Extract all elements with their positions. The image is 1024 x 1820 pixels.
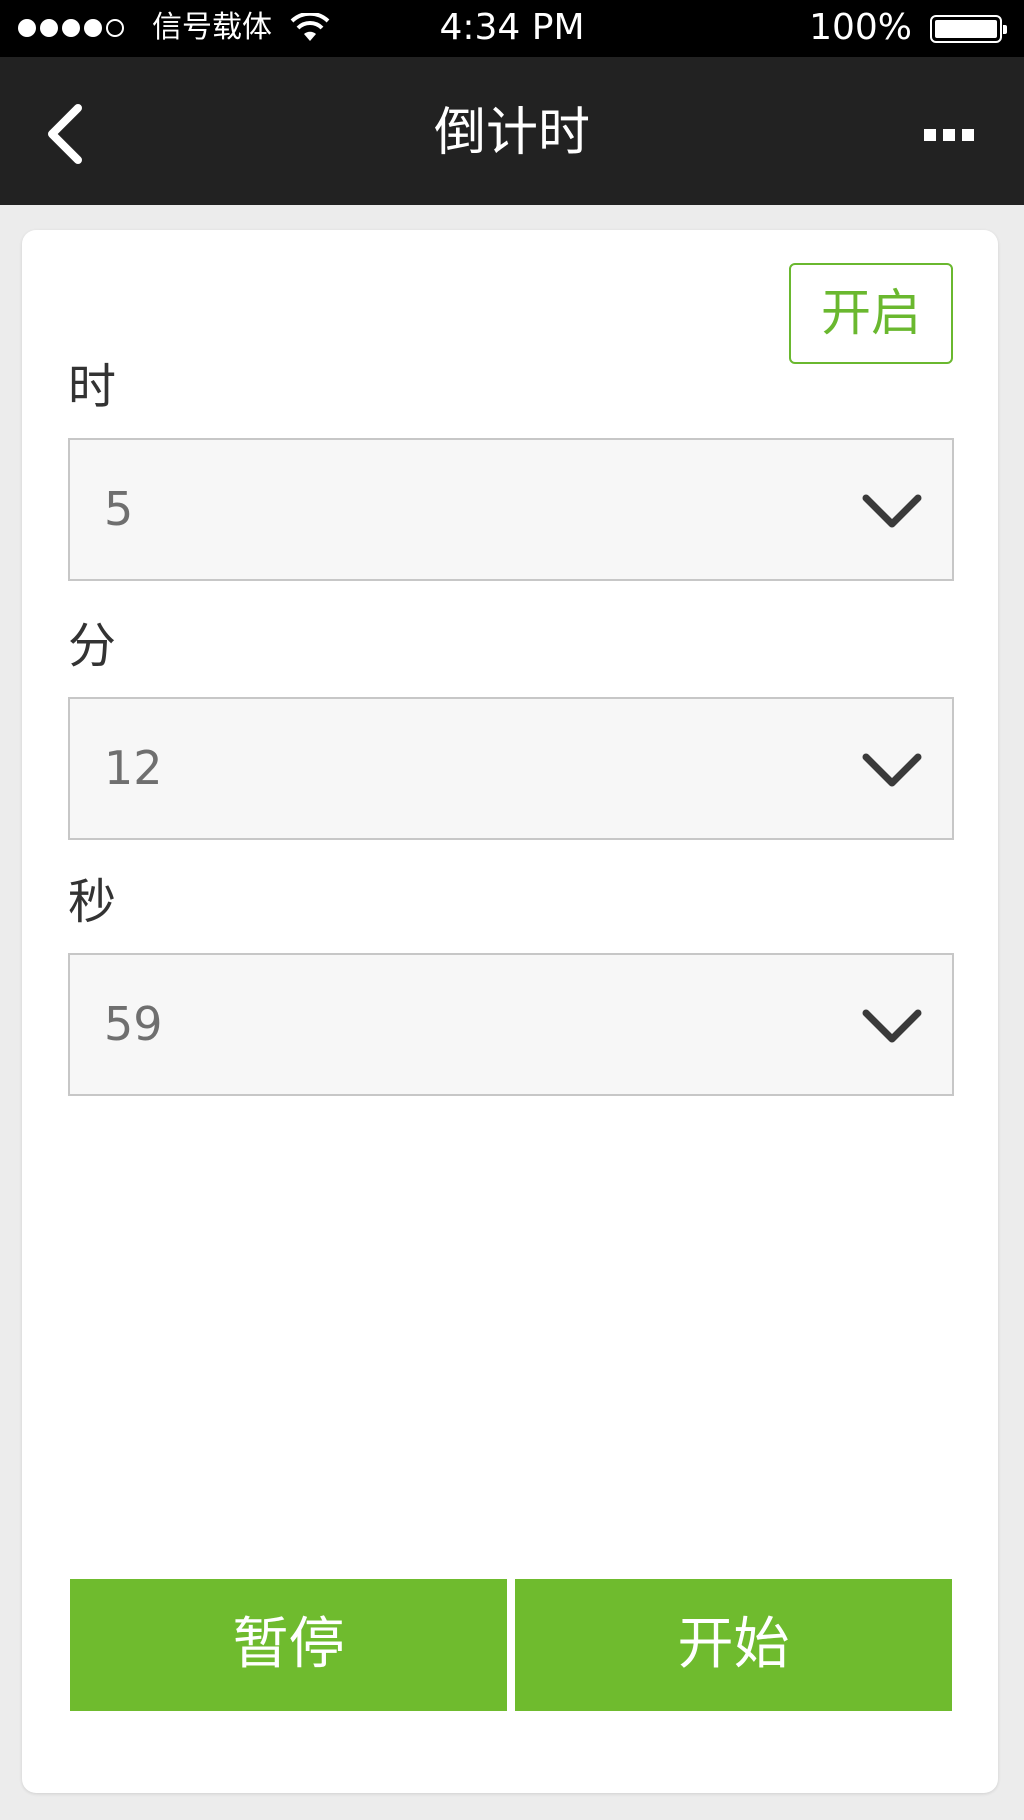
seconds-label: 秒: [68, 874, 117, 930]
chevron-down-icon: [862, 494, 922, 528]
signal-strength-icon: [18, 19, 124, 37]
battery-percentage: 100%: [809, 7, 912, 48]
minutes-label: 分: [68, 618, 117, 674]
chevron-down-icon: [862, 1009, 922, 1043]
pause-button[interactable]: 暂停: [70, 1579, 507, 1711]
back-chevron-icon[interactable]: [40, 102, 96, 166]
minutes-value: 12: [104, 741, 163, 795]
page-title: 倒计时: [433, 103, 590, 163]
hours-value: 5: [104, 482, 134, 536]
carrier-name: 信号载体: [152, 10, 272, 45]
hours-label: 时: [68, 359, 117, 415]
seconds-select[interactable]: 59: [68, 953, 954, 1096]
more-dots-icon[interactable]: [914, 119, 984, 149]
battery-icon: [930, 15, 1007, 43]
status-bar: 信号载体 4:34 PM 100%: [0, 0, 1024, 57]
enable-toggle-button[interactable]: 开启: [789, 263, 953, 364]
countdown-card: 开启 时 5 分 12 秒 59 暂停 开始: [22, 230, 998, 1793]
hours-select[interactable]: 5: [68, 438, 954, 581]
minutes-select[interactable]: 12: [68, 697, 954, 840]
nav-bar: 倒计时: [0, 57, 1024, 205]
start-button[interactable]: 开始: [515, 1579, 952, 1711]
wifi-icon: [290, 13, 330, 41]
seconds-value: 59: [104, 997, 163, 1051]
chevron-down-icon: [862, 753, 922, 787]
